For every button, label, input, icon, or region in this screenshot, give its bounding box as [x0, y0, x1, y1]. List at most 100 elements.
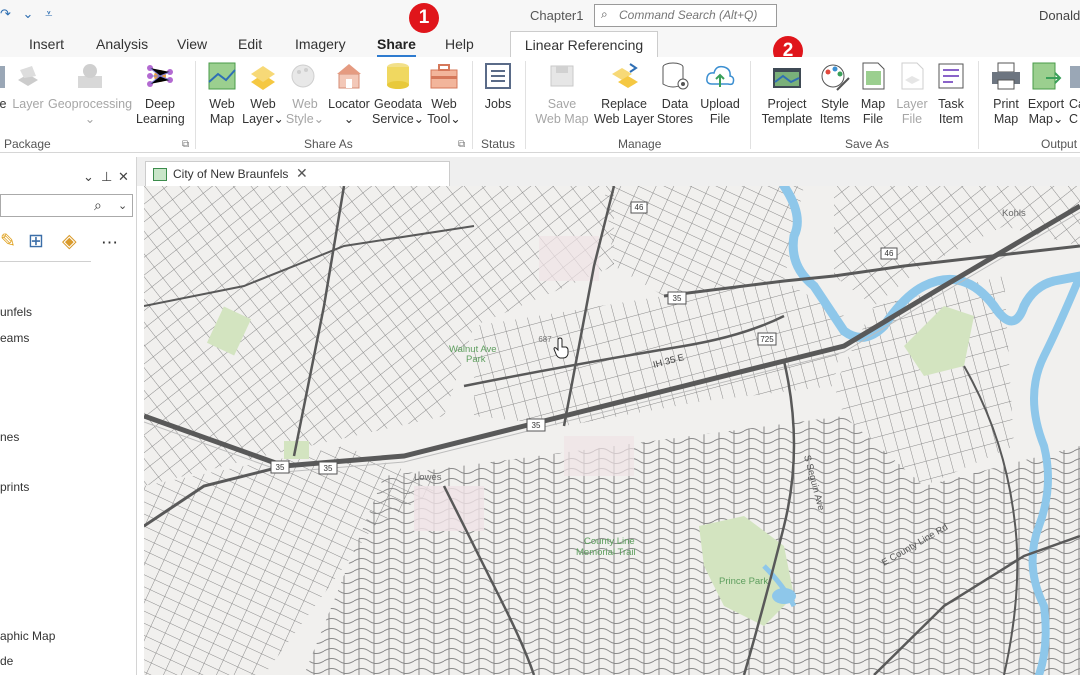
route-shield: 46 — [635, 203, 644, 212]
map-label-trail: County Line — [584, 536, 635, 547]
contents-search-input[interactable]: ⌕ ⌄ — [0, 194, 133, 217]
pin-icon[interactable]: ⊥ — [101, 169, 112, 185]
layer-package-button[interactable]: Layer — [10, 60, 46, 112]
search-icon: ⌕ — [601, 7, 608, 21]
toc-item[interactable]: nes — [0, 430, 19, 444]
style-items-icon — [819, 60, 851, 92]
status-group-label: Status — [481, 137, 516, 151]
package-button[interactable]: e — [0, 60, 10, 112]
label-tag-icon[interactable]: ◈ — [62, 230, 77, 253]
route-shield: 35 — [276, 463, 285, 472]
layer-package-icon — [12, 60, 44, 92]
route-shield: 46 — [885, 249, 894, 258]
layer-file-icon — [896, 60, 928, 92]
tab-view[interactable]: View — [177, 36, 207, 52]
geodata-service-icon — [382, 60, 414, 92]
redo-icon[interactable]: ↷ — [0, 6, 11, 21]
add-group-icon[interactable]: ⊞ — [28, 230, 44, 253]
web-tool-icon — [428, 60, 460, 92]
output-group-label: Output — [1041, 137, 1078, 151]
map-label-park: Prince Park — [719, 576, 768, 587]
map-icon — [153, 168, 167, 181]
deep-learning-button[interactable]: Deep Learning — [136, 60, 185, 127]
export-map-icon — [1030, 60, 1062, 92]
style-items-button[interactable]: Style Items — [817, 60, 853, 127]
view-tab-strip: City of New Braunfels ✕ — [137, 157, 1080, 186]
close-pane-icon[interactable]: ✕ — [118, 169, 129, 185]
upload-file-icon — [704, 60, 736, 92]
map-file-button[interactable]: Map File — [856, 60, 890, 127]
replace-web-layer-icon — [608, 60, 640, 92]
ribbon-separator — [195, 61, 196, 149]
jobs-icon — [482, 60, 514, 92]
save-web-map-icon — [546, 60, 578, 92]
web-style-button[interactable]: Web Style⌄ — [285, 60, 325, 127]
pane-options-icon[interactable]: ⌄ — [83, 169, 94, 185]
tab-share[interactable]: Share — [377, 36, 416, 58]
layer-file-button[interactable]: Layer File — [895, 60, 929, 127]
ribbon-separator — [472, 61, 473, 149]
web-map-button[interactable]: Web Map — [203, 60, 241, 127]
web-tool-button[interactable]: Web Tool⌄ — [424, 60, 464, 127]
deep-learning-icon — [144, 60, 176, 92]
upload-file-button[interactable]: Upload File — [697, 60, 743, 127]
callout-badge-1: 1 — [409, 3, 439, 33]
tab-insert[interactable]: Insert — [29, 36, 64, 52]
command-search-input[interactable]: ⌕ Command Search (Alt+Q) — [594, 4, 777, 27]
customize-toolbar-icon[interactable]: ⩡ — [45, 6, 52, 21]
tab-imagery[interactable]: Imagery — [295, 36, 346, 52]
geoprocessing-package-button[interactable]: Geoprocessing ⌄ — [48, 60, 132, 127]
toc-item[interactable]: de — [0, 654, 13, 668]
geoprocessing-package-icon — [74, 60, 106, 92]
route-shield: 35 — [673, 294, 682, 303]
contents-pane: ⌄ ⊥ ✕ ⌕ ⌄ ✎ ⊞ ◈ ⋯ unfels eams nes prints… — [0, 157, 137, 675]
route-shield: 35 — [324, 464, 333, 473]
more-options-icon[interactable]: ⋯ — [101, 233, 118, 253]
tab-edit[interactable]: Edit — [238, 36, 262, 52]
share-as-dialog-launcher-icon[interactable]: ⧉ — [458, 139, 465, 150]
edit-pencil-icon[interactable]: ✎ — [0, 230, 16, 253]
toc-item[interactable]: eams — [0, 331, 29, 345]
tab-city-of-new-braunfels[interactable]: City of New Braunfels ✕ — [145, 161, 450, 186]
toc-item[interactable]: prints — [0, 480, 29, 494]
map-tab-label: City of New Braunfels — [173, 167, 289, 181]
package-dialog-launcher-icon[interactable]: ⧉ — [182, 139, 189, 150]
task-item-button[interactable]: Task Item — [934, 60, 968, 127]
quick-access-toolbar: ↷ ⌄ ⩡ — [0, 6, 60, 22]
save-web-map-button[interactable]: Save Web Map — [534, 60, 590, 127]
close-tab-icon[interactable]: ✕ — [296, 165, 308, 182]
tab-help[interactable]: Help — [445, 36, 474, 52]
map-view[interactable]: 46 46 35 725 35 35 35 687 Kohls Walnut A… — [144, 186, 1080, 675]
save-as-group-label: Save As — [845, 137, 890, 151]
print-map-button[interactable]: Print Map — [987, 60, 1025, 127]
replace-web-layer-button[interactable]: Replace Web Layer — [594, 60, 654, 127]
web-layer-button[interactable]: Web Layer⌄ — [242, 60, 284, 127]
toolbar-divider — [0, 261, 91, 262]
project-template-icon — [771, 60, 803, 92]
data-stores-icon — [659, 60, 691, 92]
tab-linear-referencing[interactable]: Linear Referencing — [510, 31, 658, 57]
search-options-chevron-icon[interactable]: ⌄ — [118, 199, 127, 212]
copy-icon — [1070, 60, 1080, 92]
geodata-service-button[interactable]: Geodata Service⌄ — [372, 60, 424, 127]
web-map-icon — [206, 60, 238, 92]
share-as-group-label: Share As — [304, 137, 353, 151]
command-search-placeholder: Command Search (Alt+Q) — [619, 8, 758, 22]
user-name[interactable]: Donald — [1039, 8, 1080, 23]
copy-button[interactable]: Ca C — [1069, 60, 1080, 127]
map-label-park: Park — [466, 354, 486, 365]
data-stores-button[interactable]: Data Stores — [656, 60, 694, 127]
toc-item[interactable]: unfels — [0, 305, 32, 319]
tab-analysis[interactable]: Analysis — [96, 36, 148, 52]
map-label: 687 — [538, 335, 552, 344]
toc-item[interactable]: aphic Map — [0, 629, 55, 643]
locator-button[interactable]: Locator ⌄ — [327, 60, 371, 127]
map-label-kohls: Kohls — [1002, 208, 1026, 219]
package-group-label: Package — [4, 137, 51, 151]
export-map-button[interactable]: Export Map⌄ — [1026, 60, 1066, 127]
jobs-button[interactable]: Jobs — [478, 60, 518, 112]
quick-access-dropdown-icon[interactable]: ⌄ — [23, 6, 34, 21]
project-template-button[interactable]: Project Template — [759, 60, 815, 127]
ribbon-separator — [750, 61, 751, 149]
search-icon: ⌕ — [94, 197, 102, 213]
